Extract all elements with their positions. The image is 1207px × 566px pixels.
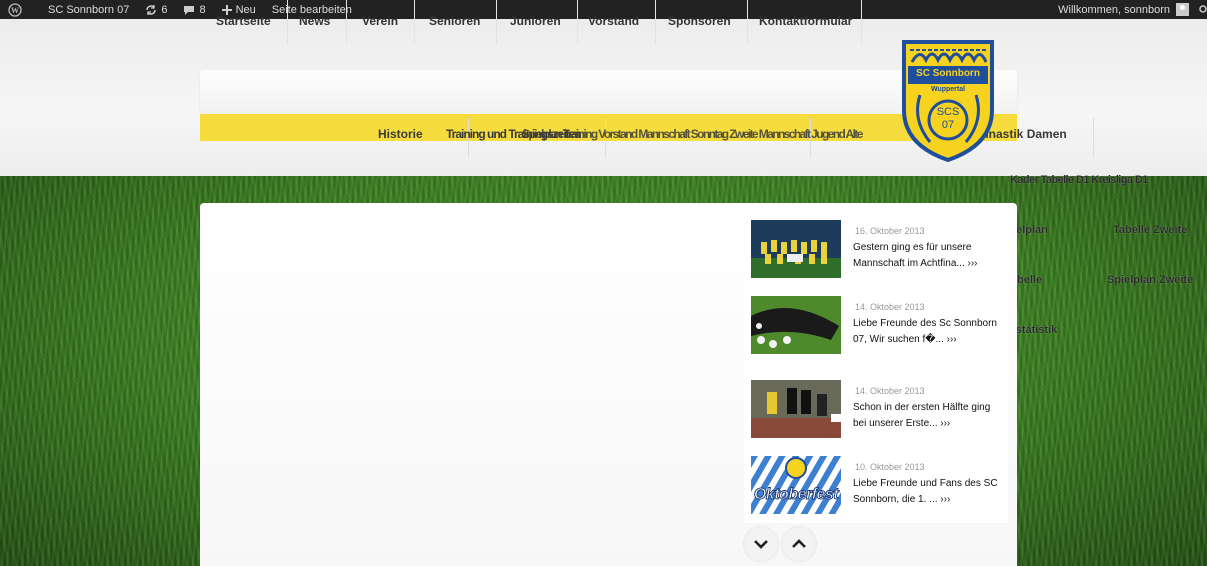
avatar[interactable]: [1176, 3, 1189, 16]
chevron-up-icon: [792, 539, 806, 548]
slider-up-button[interactable]: [782, 527, 816, 561]
updates-count: 6: [161, 3, 168, 16]
read-more-link[interactable]: ›››: [940, 418, 950, 429]
nav-item-kontaktformular[interactable]: Kontaktformular: [743, 0, 862, 44]
news-date: 14. Oktober 2013: [855, 302, 925, 312]
nav-item-startseite[interactable]: Startseite: [200, 0, 288, 44]
read-more-link[interactable]: ›››: [968, 258, 978, 269]
wordpress-logo-icon[interactable]: W: [0, 0, 34, 19]
nav-item-news[interactable]: News: [283, 0, 348, 44]
nav-item-verein[interactable]: Verein: [346, 0, 416, 44]
logo-title: SC Sonnborn: [916, 68, 980, 79]
match-photo-thumbnail: [751, 380, 841, 438]
news-excerpt: Gestern ging es für unsere Mannschaft im…: [853, 242, 978, 269]
read-more-link[interactable]: ›››: [947, 334, 957, 345]
news-excerpt: Liebe Freunde des Sc Sonnborn 07, Wir su…: [853, 318, 997, 345]
logo-subtitle: Wuppertal: [930, 86, 966, 93]
news-date: 16. Oktober 2013: [855, 226, 925, 236]
news-date: 14. Oktober 2013: [855, 386, 925, 396]
nav-item-vorstand[interactable]: Vorstand: [572, 0, 657, 44]
overflow-menu-spielplan-zweite[interactable]: Spielplan Zweite: [1107, 274, 1193, 286]
slider-down-button[interactable]: [744, 527, 778, 561]
nav-item-sponsoren[interactable]: Sponsoren: [652, 0, 748, 44]
news-item[interactable]: 16. Oktober 2013 Gestern ging es für uns…: [751, 220, 1011, 282]
site-name-link[interactable]: SC Sonnborn 07: [34, 0, 137, 19]
news-item[interactable]: Oktoberfest 10. Oktober 2013 Liebe Freun…: [751, 456, 1011, 518]
submenu-divider: [1093, 118, 1094, 158]
team-photo-thumbnail: [751, 220, 841, 278]
oktoberfest-thumbnail: Oktoberfest: [751, 456, 841, 514]
football-boots-thumbnail: [751, 296, 841, 354]
read-more-link[interactable]: ›››: [940, 494, 950, 505]
chevron-down-icon: [754, 540, 768, 549]
comment-bubble-icon: [184, 5, 195, 15]
news-item[interactable]: 14. Oktober 2013 Liebe Freunde des Sc So…: [751, 296, 1011, 358]
welcome-text[interactable]: Willkommen, sonnborn: [1058, 4, 1170, 16]
submenu-item-historie[interactable]: Historie: [378, 127, 423, 141]
news-excerpt: Liebe Freunde und Fans des SC Sonnborn, …: [853, 478, 998, 505]
logo-badge-bottom: 07: [941, 119, 955, 131]
main-navigation: [200, 70, 1017, 114]
site-name: SC Sonnborn 07: [48, 3, 130, 16]
news-date: 10. Oktober 2013: [855, 462, 925, 472]
search-icon[interactable]: [1197, 4, 1207, 15]
overflow-menu-kader[interactable]: Kader Tabelle D1 Kreisliga D1: [1010, 174, 1148, 186]
oktoberfest-label: Oktoberfest: [753, 486, 839, 504]
nav-item-senioren[interactable]: Senioren: [413, 0, 498, 44]
overflow-menu-tabelle-zweite[interactable]: Tabelle Zweite: [1113, 224, 1187, 236]
news-item[interactable]: 14. Oktober 2013 Schon in der ersten Häl…: [751, 380, 1011, 442]
submenu-item-overlap[interactable]: Spielplan Training Vorstand Mannschaft S…: [522, 127, 863, 141]
club-logo[interactable]: SC Sonnborn Wuppertal SCS 07: [900, 40, 996, 163]
refresh-icon: [146, 4, 157, 15]
logo-badge-top: SCS: [936, 106, 960, 118]
svg-text:W: W: [11, 6, 19, 15]
updates-link[interactable]: 6: [137, 0, 175, 19]
nav-item-junioren[interactable]: Junioren: [494, 0, 578, 44]
news-excerpt: Schon in der ersten Hälfte ging bei unse…: [853, 402, 991, 429]
